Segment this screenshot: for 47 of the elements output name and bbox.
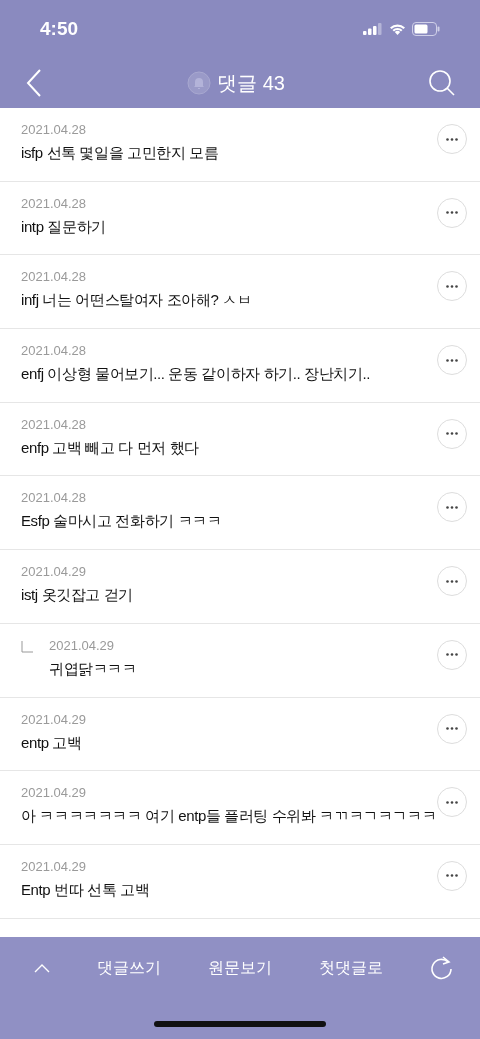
comment-text: enfj 이상형 물어보기... 운동 같이하자 하기.. 장난치기.. [21, 364, 371, 385]
status-time: 4:50 [40, 16, 79, 41]
comment-date: 2021.04.28 [21, 194, 88, 213]
comment-text: Esfp 술마시고 전화하기 ㅋㅋㅋ [21, 511, 223, 532]
comment-text: enfp 고백 빼고 다 먼저 했다 [21, 437, 200, 458]
comment-text: Entp 번따 선톡 고백 [21, 879, 151, 900]
more-icon [446, 284, 458, 288]
comment-text: isfp 선톡 몇일을 고민한지 모름 [21, 143, 220, 163]
back-icon[interactable] [24, 68, 44, 98]
scroll-up-icon[interactable] [34, 963, 50, 973]
more-icon [446, 358, 458, 362]
more-icon [446, 211, 458, 215]
signal-icon [363, 23, 383, 35]
comment-date: 2021.04.28 [21, 415, 88, 434]
more-icon [446, 800, 458, 804]
comment-text: 아 ㅋㅋㅋㅋㅋㅋㅋ 여기 entp들 플러팅 수위봐 ㅋㄲㅋㄱㅋㄱㅋㅋ [21, 806, 437, 827]
header-title: 댓글 43 [217, 71, 285, 96]
more-icon [446, 137, 458, 141]
bottom-bar-button[interactable]: 댓글쓰기 [97, 956, 161, 980]
comment-date: 2021.04.29 [49, 636, 116, 655]
more-icon [446, 653, 458, 657]
comment-text: infj 너는 어떤스탈여자 조아해? ㅅㅂ [21, 290, 253, 311]
wifi-icon [389, 23, 406, 35]
bell-icon[interactable] [187, 71, 212, 95]
comment-text: 귀엽닭ㅋㅋㅋ [49, 658, 138, 679]
comment-date: 2021.04.29 [21, 784, 88, 803]
more-icon [446, 432, 458, 436]
more-icon [446, 579, 458, 583]
refresh-icon[interactable] [430, 955, 454, 981]
comment-date: 2021.04.28 [21, 121, 88, 139]
comment-date: 2021.04.29 [21, 857, 88, 876]
comment-date: 2021.04.28 [21, 342, 88, 361]
comment-text: istj 옷깃잡고 걷기 [21, 585, 134, 606]
battery-icon [412, 22, 440, 36]
more-icon [446, 505, 458, 509]
comment-date: 2021.04.29 [21, 710, 88, 729]
comment-date: 2021.04.29 [21, 563, 88, 582]
more-icon [446, 874, 458, 878]
comment-text: intp 질문하기 [21, 216, 107, 237]
bottom-bar-button[interactable]: 첫댓글로 [319, 956, 383, 980]
bottom-bar-button[interactable]: 원문보기 [208, 956, 272, 980]
search-icon[interactable] [428, 69, 456, 97]
comment-date: 2021.04.28 [21, 489, 88, 508]
more-icon [446, 727, 458, 730]
comment-text: entp 고백 [21, 732, 83, 753]
comment-date: 2021.04.28 [21, 268, 88, 287]
reply-icon [21, 640, 33, 653]
